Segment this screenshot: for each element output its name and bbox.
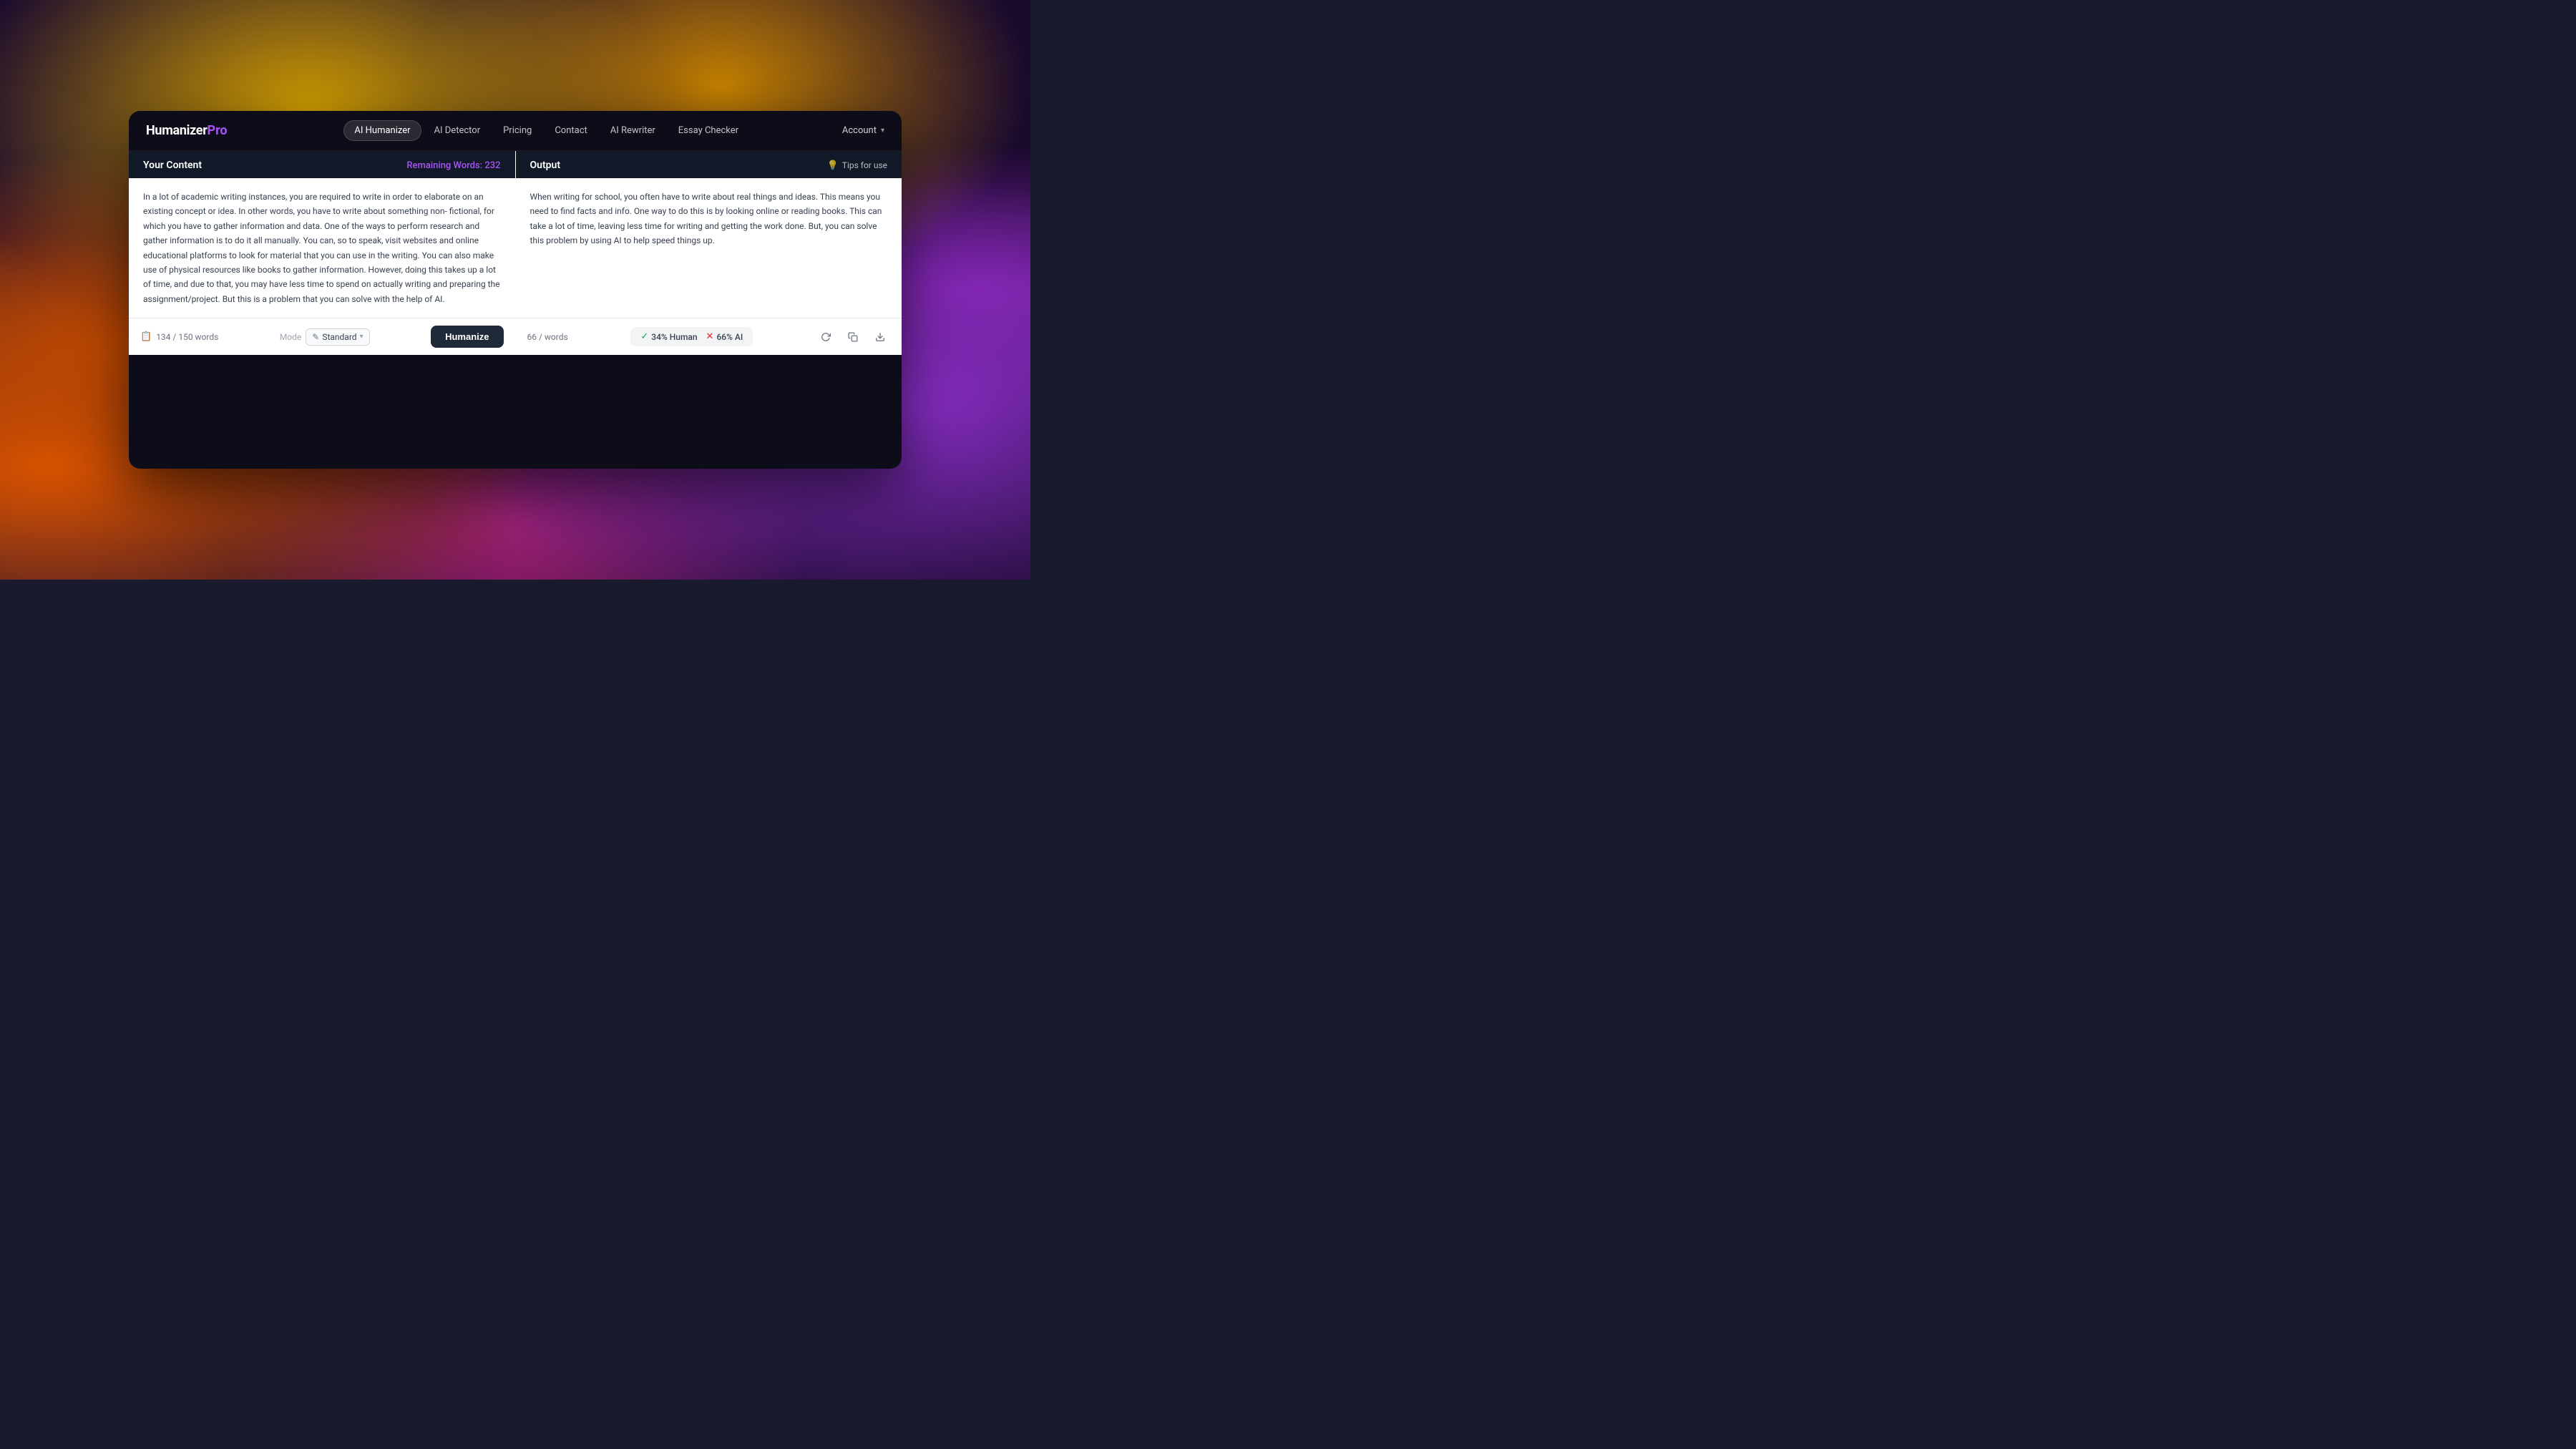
- mode-label: Mode: [280, 332, 301, 342]
- tips-label: Tips for use: [842, 160, 887, 170]
- ai-score: ✕ 66% AI: [706, 331, 743, 342]
- mode-selector[interactable]: Mode ✎ Standard ▾: [280, 328, 370, 346]
- humanize-button[interactable]: Humanize: [431, 326, 503, 348]
- input-text: In a lot of academic writing instances, …: [143, 190, 501, 306]
- word-count: 📋 134 / 150 words: [140, 331, 218, 342]
- nav-link-contact[interactable]: Contact: [545, 121, 597, 140]
- clipboard-icon: 📋: [140, 331, 152, 342]
- panels-container: Your Content Remaining Words: 232 In a l…: [129, 151, 902, 355]
- nav-link-pricing[interactable]: Pricing: [493, 121, 542, 140]
- right-panel-header: Output 💡 Tips for use: [516, 151, 902, 178]
- refresh-icon[interactable]: [816, 327, 836, 347]
- download-icon[interactable]: [870, 327, 890, 347]
- right-panel: Output 💡 Tips for use When writing for s…: [516, 151, 902, 355]
- tips-link[interactable]: 💡 Tips for use: [827, 160, 887, 171]
- chevron-down-icon: ▾: [881, 127, 884, 135]
- action-icons: [816, 327, 890, 347]
- chevron-down-icon: ▾: [360, 333, 364, 341]
- logo-pro: Pro: [208, 123, 228, 138]
- account-label: Account: [842, 125, 877, 136]
- nav-link-ai-rewriter[interactable]: AI Rewriter: [600, 121, 665, 140]
- word-count-text: 134 / 150 words: [156, 332, 218, 342]
- main-window: HumanizerPro AI Humanizer AI Detector Pr…: [129, 111, 902, 469]
- mode-select-dropdown[interactable]: ✎ Standard ▾: [306, 328, 369, 346]
- lightbulb-icon: 💡: [827, 160, 839, 171]
- output-title: Output: [530, 160, 561, 171]
- logo-humanizer: Humanizer: [146, 123, 208, 138]
- nav-link-ai-humanizer[interactable]: AI Humanizer: [343, 120, 421, 141]
- mode-value: Standard: [322, 332, 356, 342]
- nav-link-essay-checker[interactable]: Essay Checker: [668, 121, 748, 140]
- your-content-title: Your Content: [143, 160, 202, 171]
- remaining-words: Remaining Words: 232: [406, 160, 500, 171]
- edit-icon: ✎: [312, 332, 319, 342]
- ai-percent: 66% AI: [716, 332, 743, 342]
- nav-link-ai-detector[interactable]: AI Detector: [424, 121, 491, 140]
- account-menu[interactable]: Account ▾: [842, 125, 884, 136]
- check-icon: ✓: [640, 331, 648, 342]
- output-text: When writing for school, you often have …: [530, 190, 888, 248]
- score-badge: ✓ 34% Human ✕ 66% AI: [630, 327, 753, 346]
- left-panel-footer: 📋 134 / 150 words Mode ✎ Standard ▾ Huma…: [129, 318, 515, 355]
- left-panel-header: Your Content Remaining Words: 232: [129, 151, 515, 178]
- navbar: HumanizerPro AI Humanizer AI Detector Pr…: [129, 111, 902, 151]
- output-word-count: 66 / words: [527, 332, 568, 342]
- copy-icon[interactable]: [843, 327, 863, 347]
- left-panel: Your Content Remaining Words: 232 In a l…: [129, 151, 516, 355]
- logo[interactable]: HumanizerPro: [146, 123, 228, 138]
- left-text-content[interactable]: In a lot of academic writing instances, …: [129, 178, 515, 318]
- nav-links: AI Humanizer AI Detector Pricing Contact…: [250, 120, 842, 141]
- human-percent: 34% Human: [651, 332, 697, 342]
- x-icon: ✕: [706, 331, 714, 342]
- human-score: ✓ 34% Human: [640, 331, 697, 342]
- right-panel-footer: 66 / words ✓ 34% Human ✕ 66% AI: [516, 318, 902, 355]
- right-text-content: When writing for school, you often have …: [516, 178, 902, 318]
